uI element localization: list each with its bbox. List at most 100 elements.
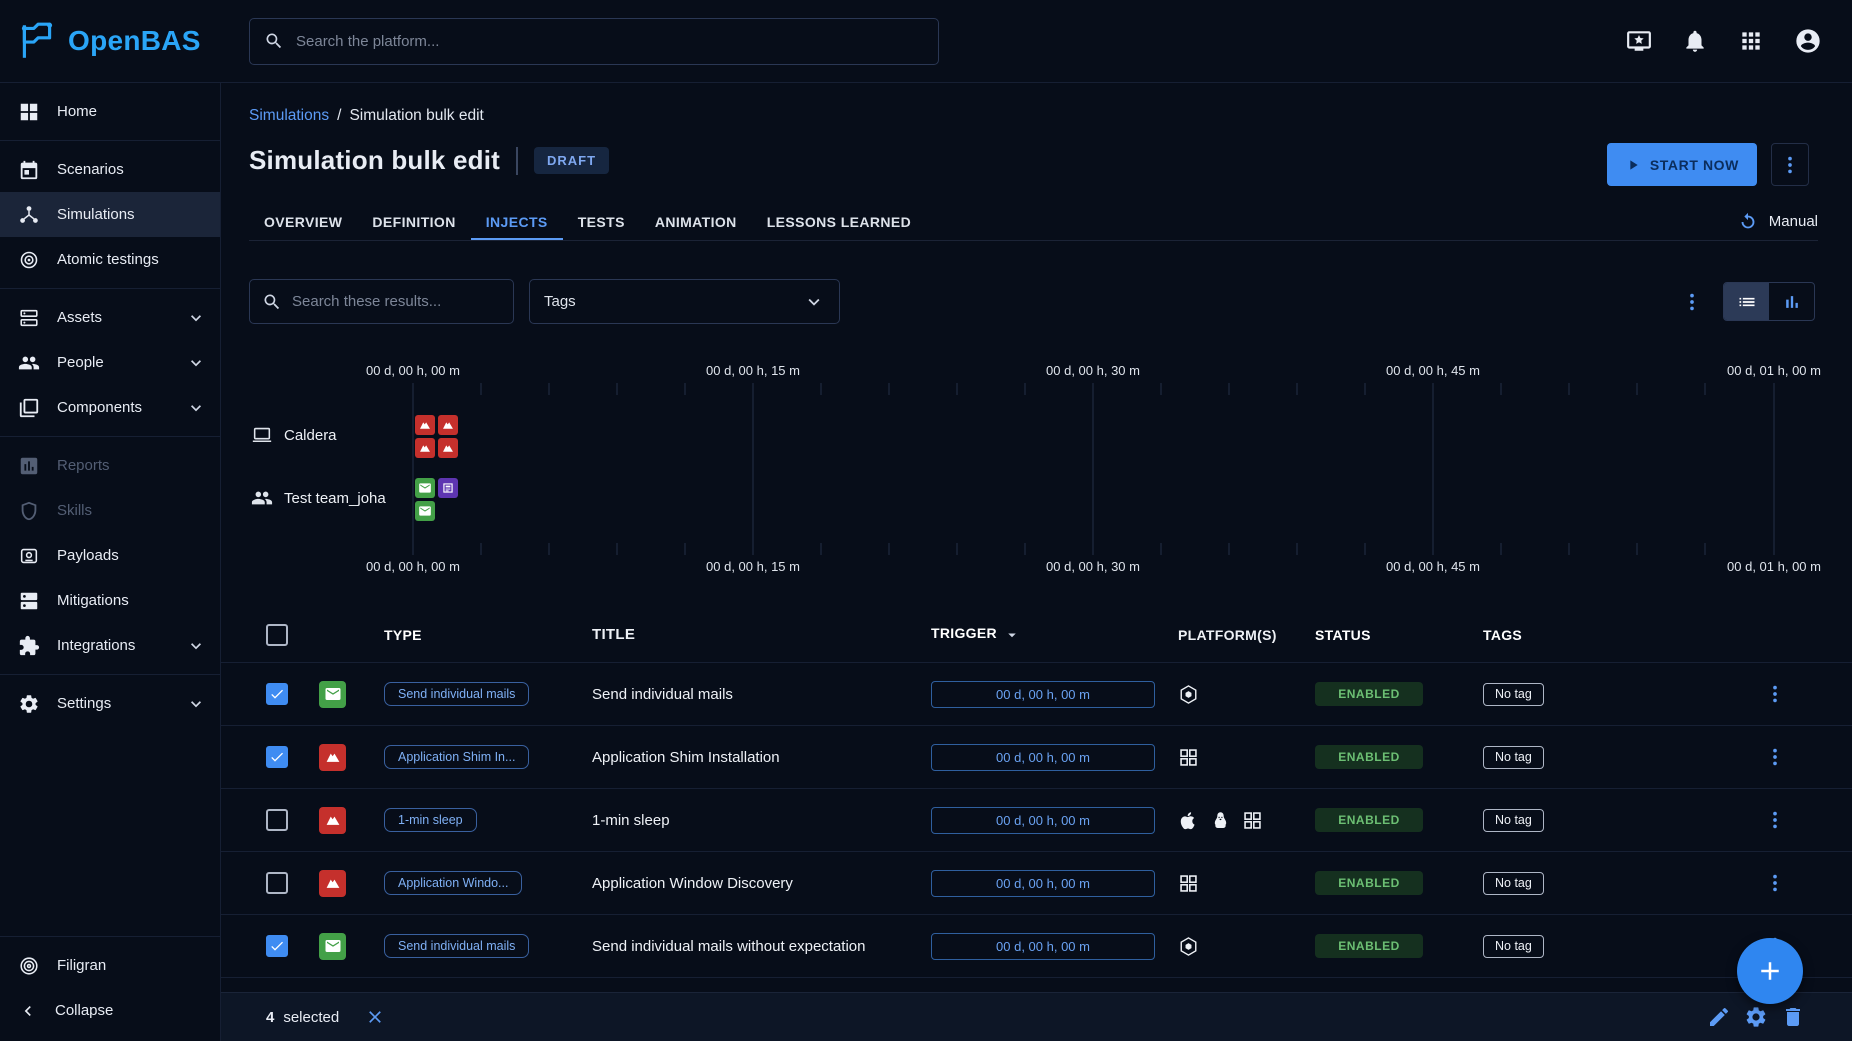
column-header-type[interactable]: TYPE [384, 627, 592, 643]
sidebar-collapse[interactable]: Collapse [0, 988, 220, 1033]
row-checkbox[interactable] [266, 809, 288, 831]
chevron-down-icon[interactable] [186, 694, 206, 714]
update-mode-control[interactable]: Manual [1737, 203, 1818, 240]
trigger-chip[interactable]: 00 d, 00 h, 00 m [931, 933, 1155, 960]
sidebar-item-simulations[interactable]: Simulations [0, 192, 220, 237]
row-checkbox[interactable] [266, 683, 288, 705]
tab-tests[interactable]: TESTS [563, 203, 640, 240]
payloads-icon [18, 545, 40, 567]
column-header-title[interactable]: TITLE [592, 626, 931, 643]
status-chip: ENABLED [1315, 871, 1423, 895]
sidebar-item-people[interactable]: People [0, 340, 220, 385]
global-search-input[interactable] [296, 33, 924, 50]
sidebar-item-assets[interactable]: Assets [0, 295, 220, 340]
table-row[interactable]: 1-min sleep 1-min sleep 00 d, 00 h, 00 m… [221, 789, 1852, 852]
breadcrumb-simulations-link[interactable]: Simulations [249, 107, 329, 125]
trigger-chip[interactable]: 00 d, 00 h, 00 m [931, 807, 1155, 834]
sidebar-item-home[interactable]: Home [0, 89, 220, 134]
inject-type-chip[interactable]: 1-min sleep [384, 808, 477, 832]
sidebar-item-payloads[interactable]: Payloads [0, 533, 220, 578]
timeline-inject-channel-icon[interactable] [438, 478, 458, 498]
chevron-down-icon[interactable] [186, 636, 206, 656]
timeline-inject-caldera-icon[interactable] [415, 438, 435, 458]
tab-definition[interactable]: DEFINITION [357, 203, 470, 240]
atomic-testings-icon [18, 249, 40, 271]
tags-filter-select[interactable]: Tags [529, 279, 840, 324]
timeline-tick-label: 00 d, 00 h, 15 m [688, 363, 818, 378]
select-all-checkbox[interactable] [266, 624, 288, 646]
trigger-chip[interactable]: 00 d, 00 h, 00 m [931, 744, 1155, 771]
sidebar-item-settings[interactable]: Settings [0, 681, 220, 726]
tab-injects[interactable]: INJECTS [471, 203, 563, 240]
tag-chip[interactable]: No tag [1483, 683, 1544, 706]
timeline-inject-email-icon[interactable] [415, 478, 435, 498]
tag-chip[interactable]: No tag [1483, 935, 1544, 958]
timeline-inject-email-icon[interactable] [415, 501, 435, 521]
table-row[interactable]: Send individual mails Send individual ma… [221, 663, 1852, 726]
trigger-chip[interactable]: 00 d, 00 h, 00 m [931, 870, 1155, 897]
apps-grid-icon[interactable] [1738, 28, 1764, 54]
results-search[interactable] [249, 279, 514, 324]
chevron-down-icon[interactable] [186, 308, 206, 328]
chevron-down-icon[interactable] [186, 353, 206, 373]
filigran-brand[interactable]: Filigran [0, 943, 220, 988]
chart-view-button[interactable] [1769, 283, 1814, 320]
row-checkbox[interactable] [266, 872, 288, 894]
add-inject-button[interactable] [1737, 938, 1803, 1004]
chevron-down-icon[interactable] [186, 398, 206, 418]
column-header-status[interactable]: STATUS [1315, 627, 1483, 643]
notifications-bell-icon[interactable] [1682, 28, 1708, 54]
bulk-delete-trash-icon[interactable] [1781, 1005, 1805, 1029]
row-menu-dots-icon[interactable] [1764, 746, 1786, 768]
timeline-inject-caldera-icon[interactable] [438, 438, 458, 458]
sidebar-item-components[interactable]: Components [0, 385, 220, 430]
platform-linux-icon [1210, 810, 1231, 831]
page-menu-button[interactable] [1771, 143, 1809, 186]
tag-chip[interactable]: No tag [1483, 746, 1544, 769]
row-menu-dots-icon[interactable] [1764, 809, 1786, 831]
tab-overview[interactable]: OVERVIEW [249, 203, 357, 240]
timeline-row-caldera[interactable]: Caldera [251, 424, 337, 446]
table-row[interactable]: Application Shim In... Application Shim … [221, 726, 1852, 789]
row-menu-dots-icon[interactable] [1764, 872, 1786, 894]
inject-type-chip[interactable]: Application Shim In... [384, 745, 529, 769]
tag-chip[interactable]: No tag [1483, 809, 1544, 832]
sidebar-item-reports[interactable]: Reports [0, 443, 220, 488]
breadcrumb-separator: / [337, 107, 341, 125]
row-checkbox[interactable] [266, 935, 288, 957]
timeline-inject-caldera-icon[interactable] [415, 415, 435, 435]
list-view-button[interactable] [1724, 283, 1769, 320]
inject-type-chip[interactable]: Send individual mails [384, 682, 529, 706]
global-search[interactable] [249, 18, 939, 65]
sidebar-item-mitigations[interactable]: Mitigations [0, 578, 220, 623]
sidebar-item-scenarios[interactable]: Scenarios [0, 147, 220, 192]
tab-lessons-learned[interactable]: LESSONS LEARNED [752, 203, 926, 240]
trigger-chip[interactable]: 00 d, 00 h, 00 m [931, 681, 1155, 708]
account-icon[interactable] [1794, 27, 1822, 55]
tag-chip[interactable]: No tag [1483, 872, 1544, 895]
device-star-icon[interactable] [1626, 28, 1652, 54]
timeline-row-test-team[interactable]: Test team_joha [251, 487, 386, 509]
platform-windows-icon [1178, 873, 1199, 894]
column-header-tags[interactable]: TAGS [1483, 627, 1764, 643]
table-row[interactable]: Application Windo... Application Window … [221, 852, 1852, 915]
bulk-update-gear-icon[interactable] [1744, 1005, 1768, 1029]
sidebar-item-atomic-testings[interactable]: Atomic testings [0, 237, 220, 282]
start-now-button[interactable]: START NOW [1607, 143, 1757, 186]
timeline-inject-caldera-icon[interactable] [438, 415, 458, 435]
results-search-input[interactable] [292, 293, 501, 310]
inject-type-chip[interactable]: Send individual mails [384, 934, 529, 958]
column-header-platforms[interactable]: PLATFORM(S) [1178, 627, 1315, 643]
table-row[interactable]: Send individual mails Send individual ma… [221, 915, 1852, 978]
list-menu-dots-icon[interactable] [1681, 291, 1703, 313]
row-menu-dots-icon[interactable] [1764, 683, 1786, 705]
sidebar-item-integrations[interactable]: Integrations [0, 623, 220, 668]
row-checkbox[interactable] [266, 746, 288, 768]
bulk-edit-pencil-icon[interactable] [1707, 1005, 1731, 1029]
column-header-trigger[interactable]: TRIGGER [931, 625, 1178, 643]
sidebar-item-skills[interactable]: Skills [0, 488, 220, 533]
clear-selection-icon[interactable] [365, 1007, 385, 1027]
inject-type-chip[interactable]: Application Windo... [384, 871, 522, 895]
openbas-logo[interactable]: OpenBAS [0, 20, 221, 62]
tab-animation[interactable]: ANIMATION [640, 203, 752, 240]
